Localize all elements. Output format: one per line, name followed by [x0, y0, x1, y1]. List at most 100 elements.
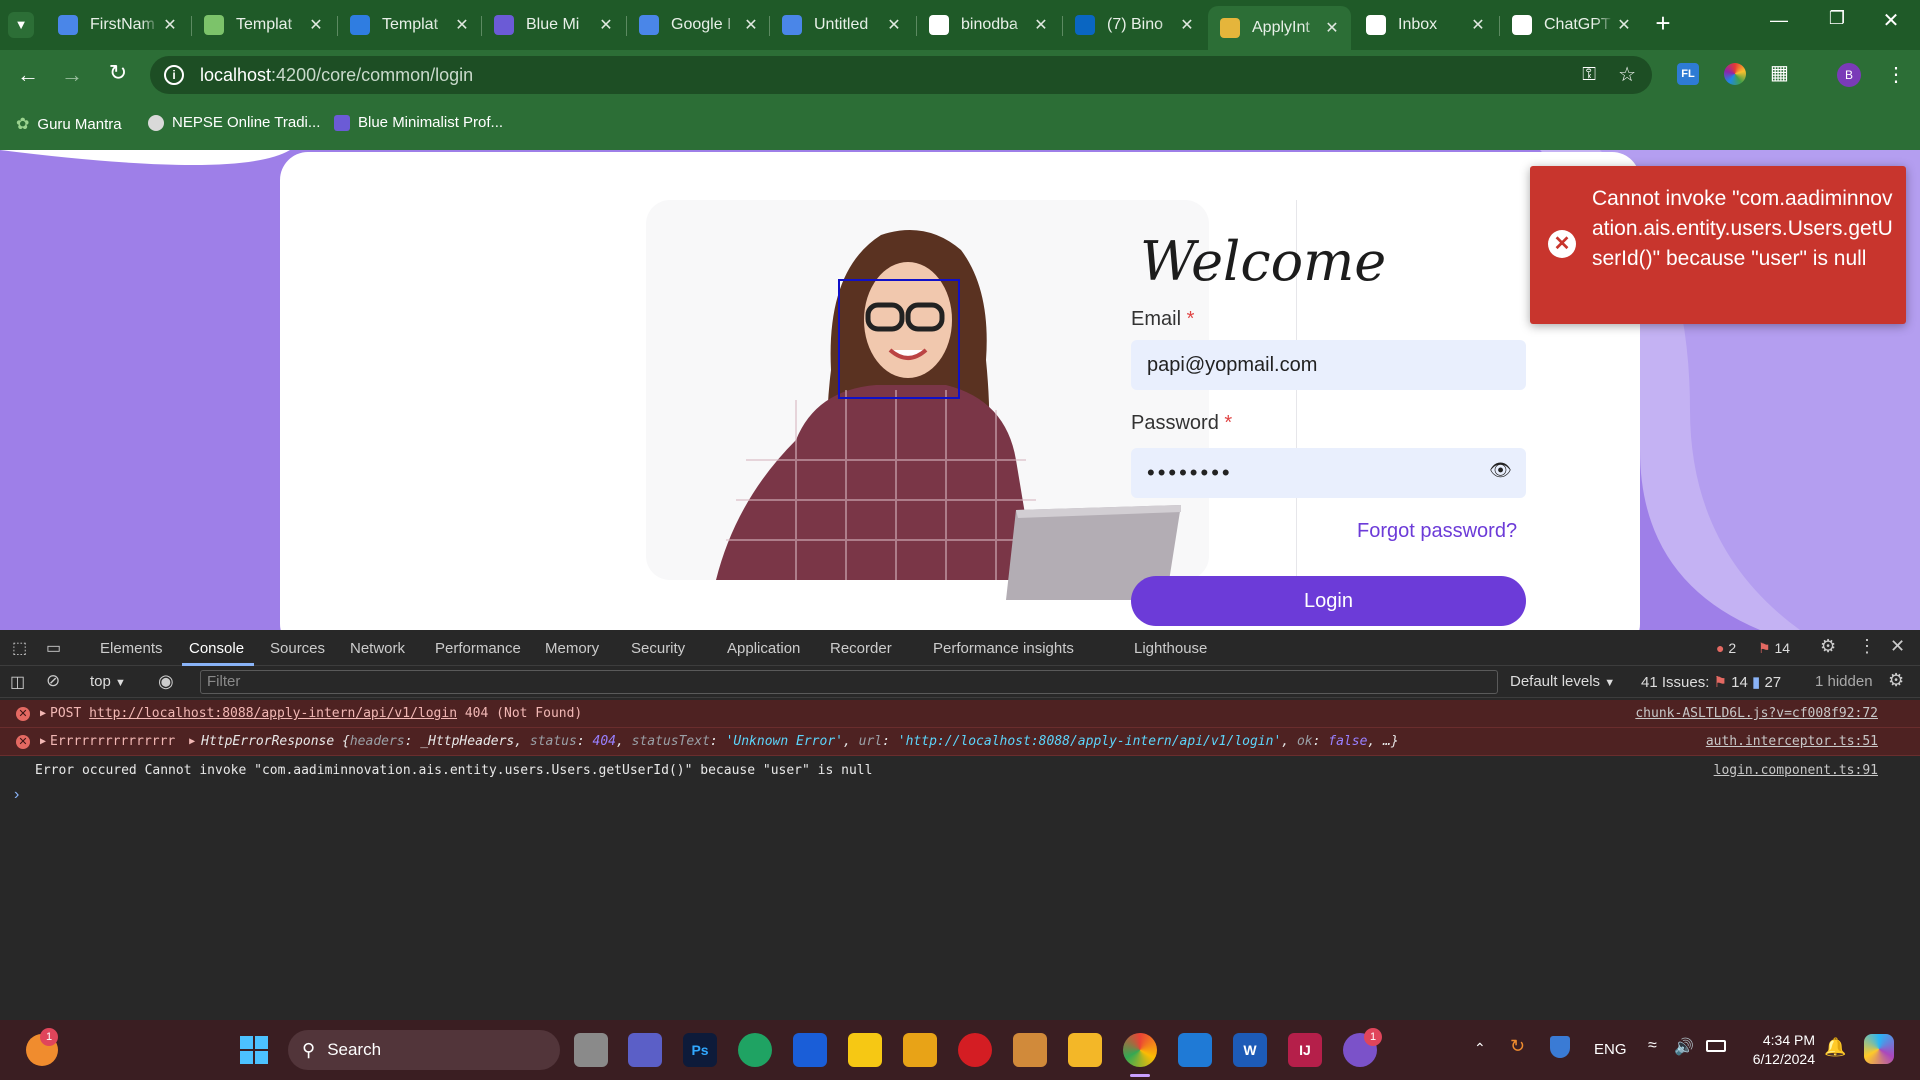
bookmark-guru-mantra[interactable]: ✿ Guru Mantra: [16, 114, 122, 134]
password-field[interactable]: •••••••• 👁: [1131, 448, 1526, 498]
extensions-puzzle-icon[interactable]: ▦: [1770, 60, 1789, 85]
new-tab-button[interactable]: +: [1650, 10, 1676, 36]
bookmark-nepse[interactable]: NEPSE Online Tradi...: [148, 114, 320, 131]
language-indicator[interactable]: ENG: [1594, 1041, 1627, 1058]
edge-icon[interactable]: [738, 1033, 772, 1067]
clock[interactable]: 4:34 PM 6/12/2024: [1740, 1031, 1815, 1069]
bookmark-star-icon[interactable]: ☆: [1618, 62, 1636, 87]
email-field[interactable]: papi@yopmail.com: [1131, 340, 1526, 390]
browser-tab[interactable]: Templat ✕: [338, 8, 481, 42]
devtools-tab-console[interactable]: Console: [189, 640, 244, 657]
error-toast[interactable]: ✕ Cannot invoke "com.aadiminnovation.ais…: [1530, 166, 1906, 324]
device-toolbar-icon[interactable]: ▭: [46, 638, 61, 658]
browser-tab[interactable]: ApplyInt ✕: [1208, 6, 1351, 50]
task-view-icon[interactable]: [574, 1033, 608, 1067]
devtools-tab-sources[interactable]: Sources: [270, 640, 325, 657]
teams-icon[interactable]: [628, 1033, 662, 1067]
devtools-menu-icon[interactable]: ⋮: [1858, 636, 1876, 657]
profile-avatar[interactable]: B: [1837, 63, 1861, 87]
log-source-link[interactable]: login.component.ts:91: [1714, 763, 1878, 778]
console-filter-input[interactable]: Filter: [200, 670, 1498, 694]
extension-fl-icon[interactable]: FL: [1677, 63, 1699, 85]
sticky-notes-icon[interactable]: [848, 1033, 882, 1067]
extension-color-icon[interactable]: [1724, 63, 1746, 85]
battery-icon[interactable]: [1706, 1040, 1726, 1052]
inspect-element-icon[interactable]: ⬚: [12, 638, 27, 658]
git-icon[interactable]: [903, 1033, 937, 1067]
wifi-icon[interactable]: ≈: [1648, 1037, 1657, 1055]
console-log-row[interactable]: Error occured Cannot invoke "com.aadimin…: [0, 756, 1920, 784]
sync-icon[interactable]: ↻: [1510, 1036, 1525, 1057]
forgot-password-link[interactable]: Forgot password?: [1357, 520, 1517, 543]
close-tab-icon[interactable]: ✕: [1176, 15, 1198, 35]
azure-data-icon[interactable]: [793, 1033, 827, 1067]
console-prompt[interactable]: ›: [14, 786, 19, 804]
clear-console-icon[interactable]: ⊘: [46, 671, 60, 691]
devtools-tab-elements[interactable]: Elements: [100, 640, 163, 657]
error-count-badge[interactable]: ● 2: [1716, 640, 1736, 656]
security-shield-icon[interactable]: [1550, 1036, 1570, 1058]
devtools-tab-application[interactable]: Application: [727, 640, 800, 657]
devtools-settings-icon[interactable]: ⚙: [1820, 636, 1836, 657]
close-tab-icon[interactable]: ✕: [595, 15, 617, 35]
close-tab-icon[interactable]: ✕: [305, 15, 327, 35]
log-url-link[interactable]: http://localhost:8088/apply-intern/api/v…: [89, 706, 457, 721]
close-tab-icon[interactable]: ✕: [883, 15, 905, 35]
warning-count-badge[interactable]: ⚑ 14: [1758, 640, 1790, 657]
close-tab-icon[interactable]: ✕: [159, 15, 181, 35]
copilot-icon[interactable]: [1864, 1034, 1894, 1064]
issues-counter[interactable]: 41 Issues: ⚑ 14 ▮ 27: [1641, 673, 1781, 691]
console-settings-icon[interactable]: ⚙: [1888, 670, 1904, 691]
site-info-icon[interactable]: i: [164, 65, 184, 85]
tab-search-button[interactable]: ▼: [8, 12, 34, 38]
minimize-button[interactable]: —: [1764, 10, 1794, 36]
browser-menu-icon[interactable]: ⋮: [1886, 62, 1906, 87]
expand-triangle-icon[interactable]: ▶: [40, 708, 46, 719]
sidebar-toggle-icon[interactable]: ◫: [10, 672, 25, 692]
browser-tab[interactable]: FirstNam ✕: [46, 8, 189, 42]
expand-triangle-icon[interactable]: ▶: [189, 736, 195, 747]
start-button[interactable]: [240, 1036, 268, 1064]
vscode-icon[interactable]: [1178, 1033, 1212, 1067]
tray-chevron-icon[interactable]: ⌃: [1474, 1040, 1486, 1057]
browser-tab[interactable]: Inbox ✕: [1354, 8, 1497, 42]
devtools-tab-network[interactable]: Network: [350, 640, 405, 657]
login-button[interactable]: Login: [1131, 576, 1526, 626]
browser-tab[interactable]: Blue Mi ✕: [482, 8, 625, 42]
password-key-icon[interactable]: ⚿: [1582, 64, 1596, 85]
opera-icon[interactable]: [958, 1033, 992, 1067]
devtools-tab-lighthouse[interactable]: Lighthouse: [1134, 640, 1207, 657]
browser-tab[interactable]: ChatGPT ✕: [1500, 8, 1643, 42]
intellij-icon[interactable]: IJ: [1288, 1033, 1322, 1067]
eye-icon[interactable]: 👁: [1489, 460, 1512, 481]
live-expression-eye-icon[interactable]: ◉: [158, 671, 174, 692]
forward-button[interactable]: →: [58, 62, 86, 90]
browser-tab[interactable]: Untitled ✕: [770, 8, 913, 42]
taskbar-search[interactable]: ⚲ Search: [288, 1030, 560, 1070]
chrome-icon[interactable]: [1123, 1033, 1157, 1067]
context-select[interactable]: top ▼: [90, 673, 126, 690]
console-error-row[interactable]: ✕ ▶ POST http://localhost:8088/apply-int…: [0, 700, 1920, 728]
photoshop-icon[interactable]: Ps: [683, 1033, 717, 1067]
close-window-button[interactable]: ✕: [1876, 8, 1906, 34]
close-tab-icon[interactable]: ✕: [451, 15, 473, 35]
close-tab-icon[interactable]: ✕: [740, 15, 762, 35]
tools-icon[interactable]: [1013, 1033, 1047, 1067]
close-tab-icon[interactable]: ✕: [1467, 15, 1489, 35]
bookmark-blue-minimalist[interactable]: Blue Minimalist Prof...: [334, 114, 503, 131]
console-error-row[interactable]: ✕ ▶ Errrrrrrrrrrrrrr ▶ HttpErrorResponse…: [0, 728, 1920, 756]
devtools-close-icon[interactable]: ✕: [1890, 636, 1905, 657]
restore-button[interactable]: ❐: [1822, 8, 1852, 34]
browser-tab[interactable]: (7) Bino ✕: [1063, 8, 1206, 42]
notification-bell-icon[interactable]: 🔔: [1824, 1037, 1846, 1058]
log-source-link[interactable]: chunk-ASLTLD6L.js?v=cf008f92:72: [1635, 706, 1878, 721]
log-source-link[interactable]: auth.interceptor.ts:51: [1706, 734, 1878, 749]
reload-button[interactable]: ↻: [104, 60, 132, 88]
close-tab-icon[interactable]: ✕: [1613, 15, 1635, 35]
expand-triangle-icon[interactable]: ▶: [40, 736, 46, 747]
word-icon[interactable]: W: [1233, 1033, 1267, 1067]
close-tab-icon[interactable]: ✕: [1321, 18, 1343, 38]
browser-tab[interactable]: Templat ✕: [192, 8, 335, 42]
file-explorer-icon[interactable]: [1068, 1033, 1102, 1067]
volume-icon[interactable]: 🔊: [1674, 1037, 1694, 1057]
